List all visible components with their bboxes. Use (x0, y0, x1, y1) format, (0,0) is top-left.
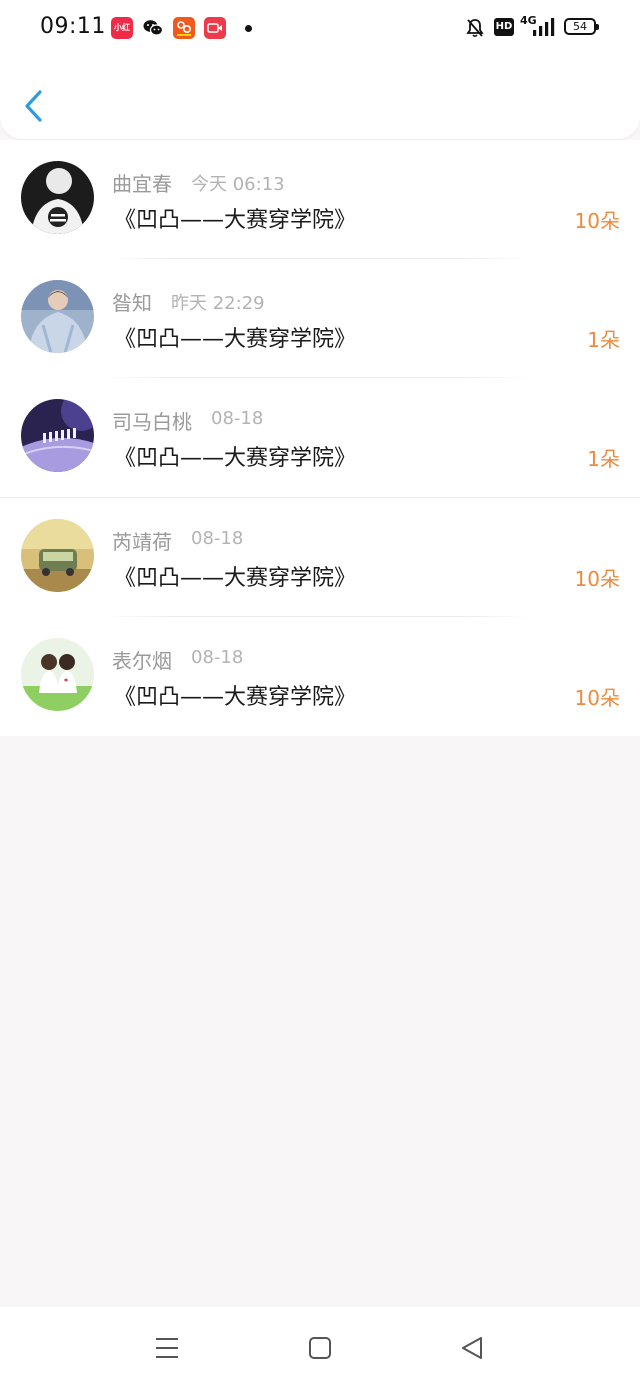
list-item[interactable]: 司马白桃 08-18 《凹凸——大赛穿学院》 1朵 (0, 378, 640, 497)
bell-muted-icon (466, 19, 484, 38)
signal-icon (533, 18, 555, 36)
flower-count: 10朵 (574, 209, 620, 233)
taobao-icon (173, 17, 195, 39)
system-nav-bar (0, 1307, 640, 1387)
book-title: 《凹凸——大赛穿学院》 (114, 566, 357, 591)
book-title: 《凹凸——大赛穿学院》 (114, 685, 357, 710)
hd-badge: HD (494, 18, 514, 36)
avatar[interactable] (21, 638, 94, 711)
back-nav-icon[interactable] (459, 1335, 485, 1361)
list-item[interactable]: 表尔烟 08-18 《凹凸——大赛穿学院》 10朵 (0, 617, 640, 736)
flower-count: 10朵 (574, 567, 620, 591)
avatar[interactable] (21, 280, 94, 353)
sender-name: 司马白桃 (112, 410, 192, 434)
battery-indicator: 54 (564, 18, 599, 35)
book-title: 《凹凸——大赛穿学院》 (114, 327, 357, 352)
send-time: 08-18 (191, 528, 244, 549)
home-icon[interactable] (307, 1335, 333, 1361)
screen-record-icon (204, 17, 226, 39)
flower-count: 1朵 (587, 447, 620, 471)
status-bar: 09:11 小红书 HD 4G 54 (0, 0, 640, 56)
sender-name: 曲宜春 (112, 172, 172, 196)
list-item[interactable]: 曲宜春 今天 06:13 《凹凸——大赛穿学院》 10朵 (0, 140, 640, 259)
avatar[interactable] (21, 399, 94, 472)
sender-name: 表尔烟 (112, 649, 172, 673)
flower-count: 1朵 (587, 328, 620, 352)
send-time: 08-18 (211, 408, 264, 429)
xiaohongshu-icon: 小红书 (111, 17, 133, 54)
flower-count: 10朵 (574, 686, 620, 710)
avatar[interactable] (21, 161, 94, 234)
notification-dot (245, 25, 252, 32)
status-time: 09:11 (40, 14, 106, 39)
book-title: 《凹凸——大赛穿学院》 (114, 208, 357, 233)
avatar[interactable] (21, 519, 94, 592)
send-time: 昨天 22:29 (171, 293, 265, 314)
sender-name: 昝知 (112, 291, 152, 315)
send-time: 今天 06:13 (191, 174, 285, 195)
list-item[interactable]: 昝知 昨天 22:29 《凹凸——大赛穿学院》 1朵 (0, 259, 640, 378)
list-item[interactable]: 芮靖荷 08-18 《凹凸——大赛穿学院》 10朵 (0, 497, 640, 617)
menu-icon[interactable] (154, 1335, 180, 1361)
book-title: 《凹凸——大赛穿学院》 (114, 446, 357, 471)
sender-name: 芮靖荷 (112, 530, 172, 554)
gift-list: 曲宜春 今天 06:13 《凹凸——大赛穿学院》 10朵 昝知 昨天 22:29… (0, 140, 640, 736)
back-button[interactable] (20, 86, 50, 126)
wechat-icon (143, 20, 164, 36)
send-time: 08-18 (191, 647, 244, 668)
header: 09:11 小红书 HD 4G 54 (0, 0, 640, 139)
